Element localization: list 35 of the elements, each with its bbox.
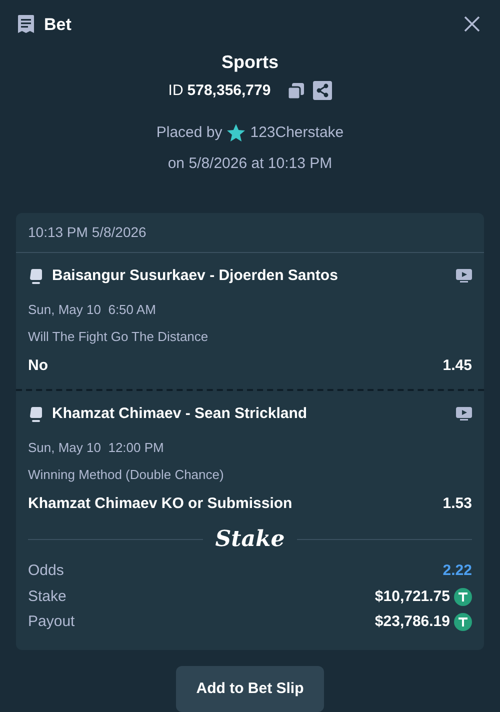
- total-value: 2.22: [442, 561, 472, 581]
- coin-icon: [454, 613, 472, 632]
- dialog-title: Bet: [44, 14, 72, 36]
- star-icon: [226, 123, 246, 144]
- share-icon[interactable]: [312, 81, 332, 100]
- video-icon[interactable]: [456, 407, 472, 422]
- event-date: Sun, May 10 12:00 PM: [28, 438, 165, 457]
- bet-id: 578,356,779: [187, 80, 271, 100]
- slip-timestamp: 10:13 PM 5/8/2026: [16, 213, 484, 253]
- coin-icon: [454, 588, 472, 606]
- placed-date: on 5/8/2026 at 10:13 PM: [168, 154, 332, 174]
- receipt-icon: [16, 14, 36, 34]
- add-to-bet-slip-button[interactable]: Add to Bet Slip: [176, 666, 324, 712]
- leg-odds: 1.53: [442, 494, 472, 514]
- total-label: Stake: [28, 586, 66, 606]
- total-value: $23,786.19: [374, 612, 450, 632]
- event-title[interactable]: Baisangur Susurkaev - Djoerden Santos: [52, 265, 338, 288]
- event-date: Sun, May 10 6:50 AM: [28, 300, 157, 319]
- bet-id-label: ID: [168, 80, 184, 100]
- bet-category: Sports: [221, 50, 278, 74]
- username[interactable]: 123Cherstake: [250, 122, 344, 144]
- placed-by-label: Placed by: [156, 123, 222, 143]
- close-icon: [464, 16, 480, 32]
- leg-odds: 1.45: [442, 356, 472, 376]
- brand-logo: Stake: [215, 525, 285, 554]
- total-value: $10,721.75: [374, 586, 450, 606]
- market-name: Will The Fight Go The Distance: [28, 328, 210, 346]
- total-label: Odds: [28, 561, 64, 581]
- total-label: Payout: [28, 612, 75, 632]
- market-name: Winning Method (Double Chance): [28, 466, 225, 484]
- outcome: No: [28, 356, 48, 376]
- outcome: Khamzat Chimaev KO or Submission: [28, 494, 292, 514]
- copy-icon[interactable]: [286, 82, 305, 100]
- video-icon[interactable]: [456, 269, 472, 284]
- event-title[interactable]: Khamzat Chimaev - Sean Strickland: [52, 403, 308, 426]
